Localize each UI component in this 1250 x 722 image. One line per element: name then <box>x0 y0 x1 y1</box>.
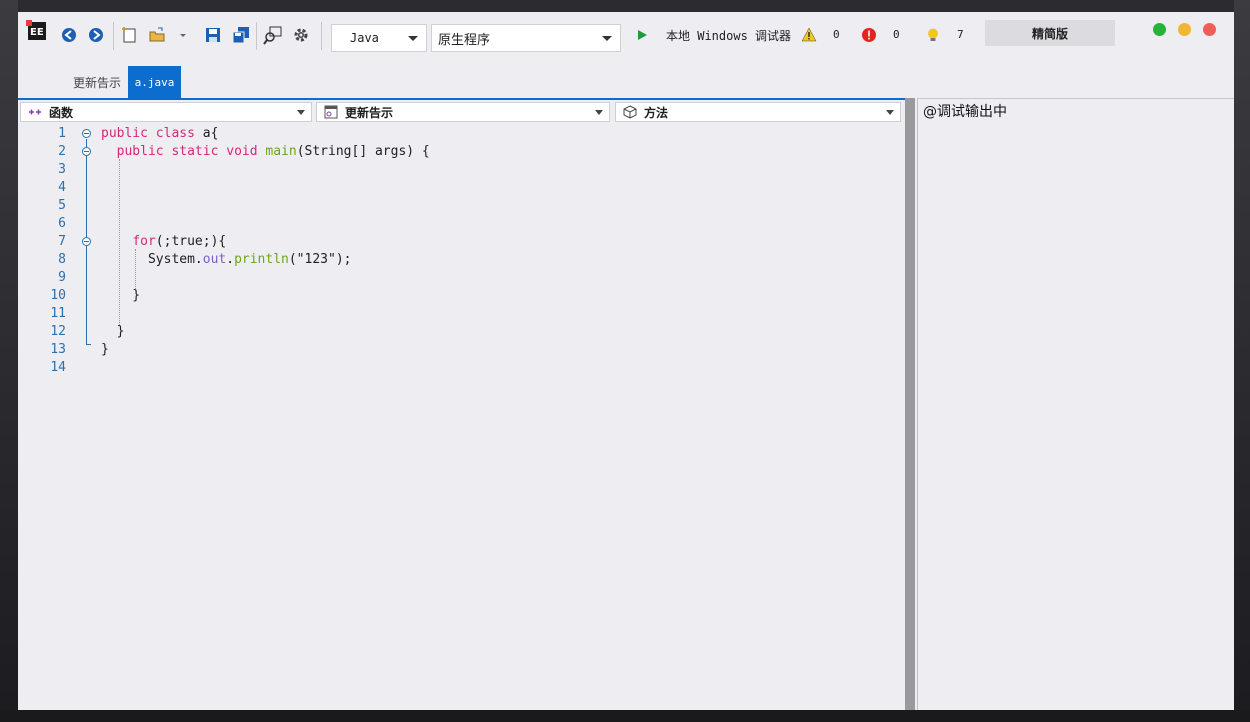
code-line: 8 System.out.println("123"); <box>18 252 907 270</box>
document-tabs: 更新告示 a.java <box>18 66 1234 99</box>
chevron-down-icon <box>886 110 894 115</box>
line-number: 2 <box>58 144 66 159</box>
code-line: 5 <box>18 198 907 216</box>
hints-count: 7 <box>957 28 964 41</box>
line-number: 12 <box>50 324 66 339</box>
line-number: 1 <box>58 126 66 141</box>
toolbar: EE Java 原生程序 本地 Windows 调试器 0 0 7 精简版 <box>18 12 1234 62</box>
maximize-light-button[interactable] <box>1153 23 1166 36</box>
line-number: 6 <box>58 216 66 231</box>
code-line: 2 public static void main(String[] args)… <box>18 144 907 162</box>
chevron-down-icon <box>602 36 612 41</box>
program-type-select[interactable]: 原生程序 <box>431 24 621 52</box>
code-line: 11 <box>18 306 907 324</box>
line-number: 10 <box>50 288 66 303</box>
language-select-value: Java <box>350 31 379 45</box>
function-icon <box>27 105 43 119</box>
code-line: 4 <box>18 180 907 198</box>
warning-icon[interactable] <box>798 24 820 46</box>
line-number: 9 <box>58 270 66 285</box>
code-line: 13 } <box>18 342 907 360</box>
back-icon[interactable] <box>58 24 80 46</box>
editor-frame: 函数 更新告示 方法 1 public class a{2 public st… <box>18 98 907 710</box>
find-symbol-icon[interactable] <box>262 24 284 46</box>
ide-window: EE Java 原生程序 本地 Windows 调试器 0 0 7 精简版 更新… <box>18 12 1234 710</box>
tab-update-notice[interactable]: 更新告示 <box>66 66 128 99</box>
functions-dropdown-label: 函数 <box>49 105 74 120</box>
open-dropdown-icon[interactable] <box>176 24 190 46</box>
debugger-label[interactable]: 本地 Windows 调试器 <box>666 27 791 44</box>
code-line: 12 } <box>18 324 907 342</box>
functions-dropdown[interactable]: 函数 <box>20 102 312 122</box>
svg-text:EE: EE <box>30 27 44 38</box>
close-light-button[interactable] <box>1203 23 1216 36</box>
line-number: 3 <box>58 162 66 177</box>
gear-icon[interactable] <box>290 24 312 46</box>
code-line: 3 <box>18 162 907 180</box>
errors-count: 0 <box>893 28 900 41</box>
language-select[interactable]: Java <box>331 24 427 52</box>
save-icon[interactable] <box>202 24 224 46</box>
chevron-down-icon <box>297 110 305 115</box>
navigation-bar: 函数 更新告示 方法 <box>18 100 907 124</box>
line-number: 14 <box>50 360 66 375</box>
file-dropdown-label: 更新告示 <box>345 105 394 120</box>
methods-dropdown-label: 方法 <box>644 105 669 120</box>
line-number: 13 <box>50 342 66 357</box>
warnings-count: 0 <box>833 28 840 41</box>
lightbulb-icon[interactable] <box>922 24 944 46</box>
minimize-light-button[interactable] <box>1178 23 1191 36</box>
chevron-down-icon <box>595 110 603 115</box>
line-number: 5 <box>58 198 66 213</box>
debug-output-text: @调试输出中 <box>923 104 1007 120</box>
chevron-down-icon <box>408 36 418 41</box>
code-line: 6 <box>18 216 907 234</box>
code-line: 9 <box>18 270 907 288</box>
line-number: 4 <box>58 180 66 195</box>
debug-output-panel[interactable]: @调试输出中 <box>918 98 1234 710</box>
code-line: 10 } <box>18 288 907 306</box>
code-editor[interactable]: 1 public class a{ 2 public static void m… <box>18 124 907 712</box>
code-line: 14 <box>18 360 907 378</box>
methods-dropdown[interactable]: 方法 <box>615 102 901 122</box>
file-dropdown[interactable]: 更新告示 <box>316 102 610 122</box>
code-line: 1 public class a{ <box>18 126 907 144</box>
code-line: 7 for(;true;){ <box>18 234 907 252</box>
line-number: 8 <box>58 252 66 267</box>
save-all-icon[interactable] <box>230 24 252 46</box>
run-icon[interactable] <box>631 24 653 46</box>
line-number: 7 <box>58 234 66 249</box>
new-file-icon[interactable] <box>118 24 140 46</box>
file-class-icon <box>323 105 339 119</box>
program-type-select-value: 原生程序 <box>438 32 491 48</box>
open-folder-icon[interactable] <box>146 24 168 46</box>
tab-a-java[interactable]: a.java <box>128 66 181 99</box>
cube-icon <box>622 105 638 119</box>
line-number: 11 <box>50 306 66 321</box>
forward-icon[interactable] <box>85 24 107 46</box>
pane-splitter[interactable] <box>905 98 915 710</box>
error-icon[interactable] <box>858 24 880 46</box>
app-logo-icon: EE <box>26 20 48 42</box>
edition-button[interactable]: 精简版 <box>985 20 1115 46</box>
